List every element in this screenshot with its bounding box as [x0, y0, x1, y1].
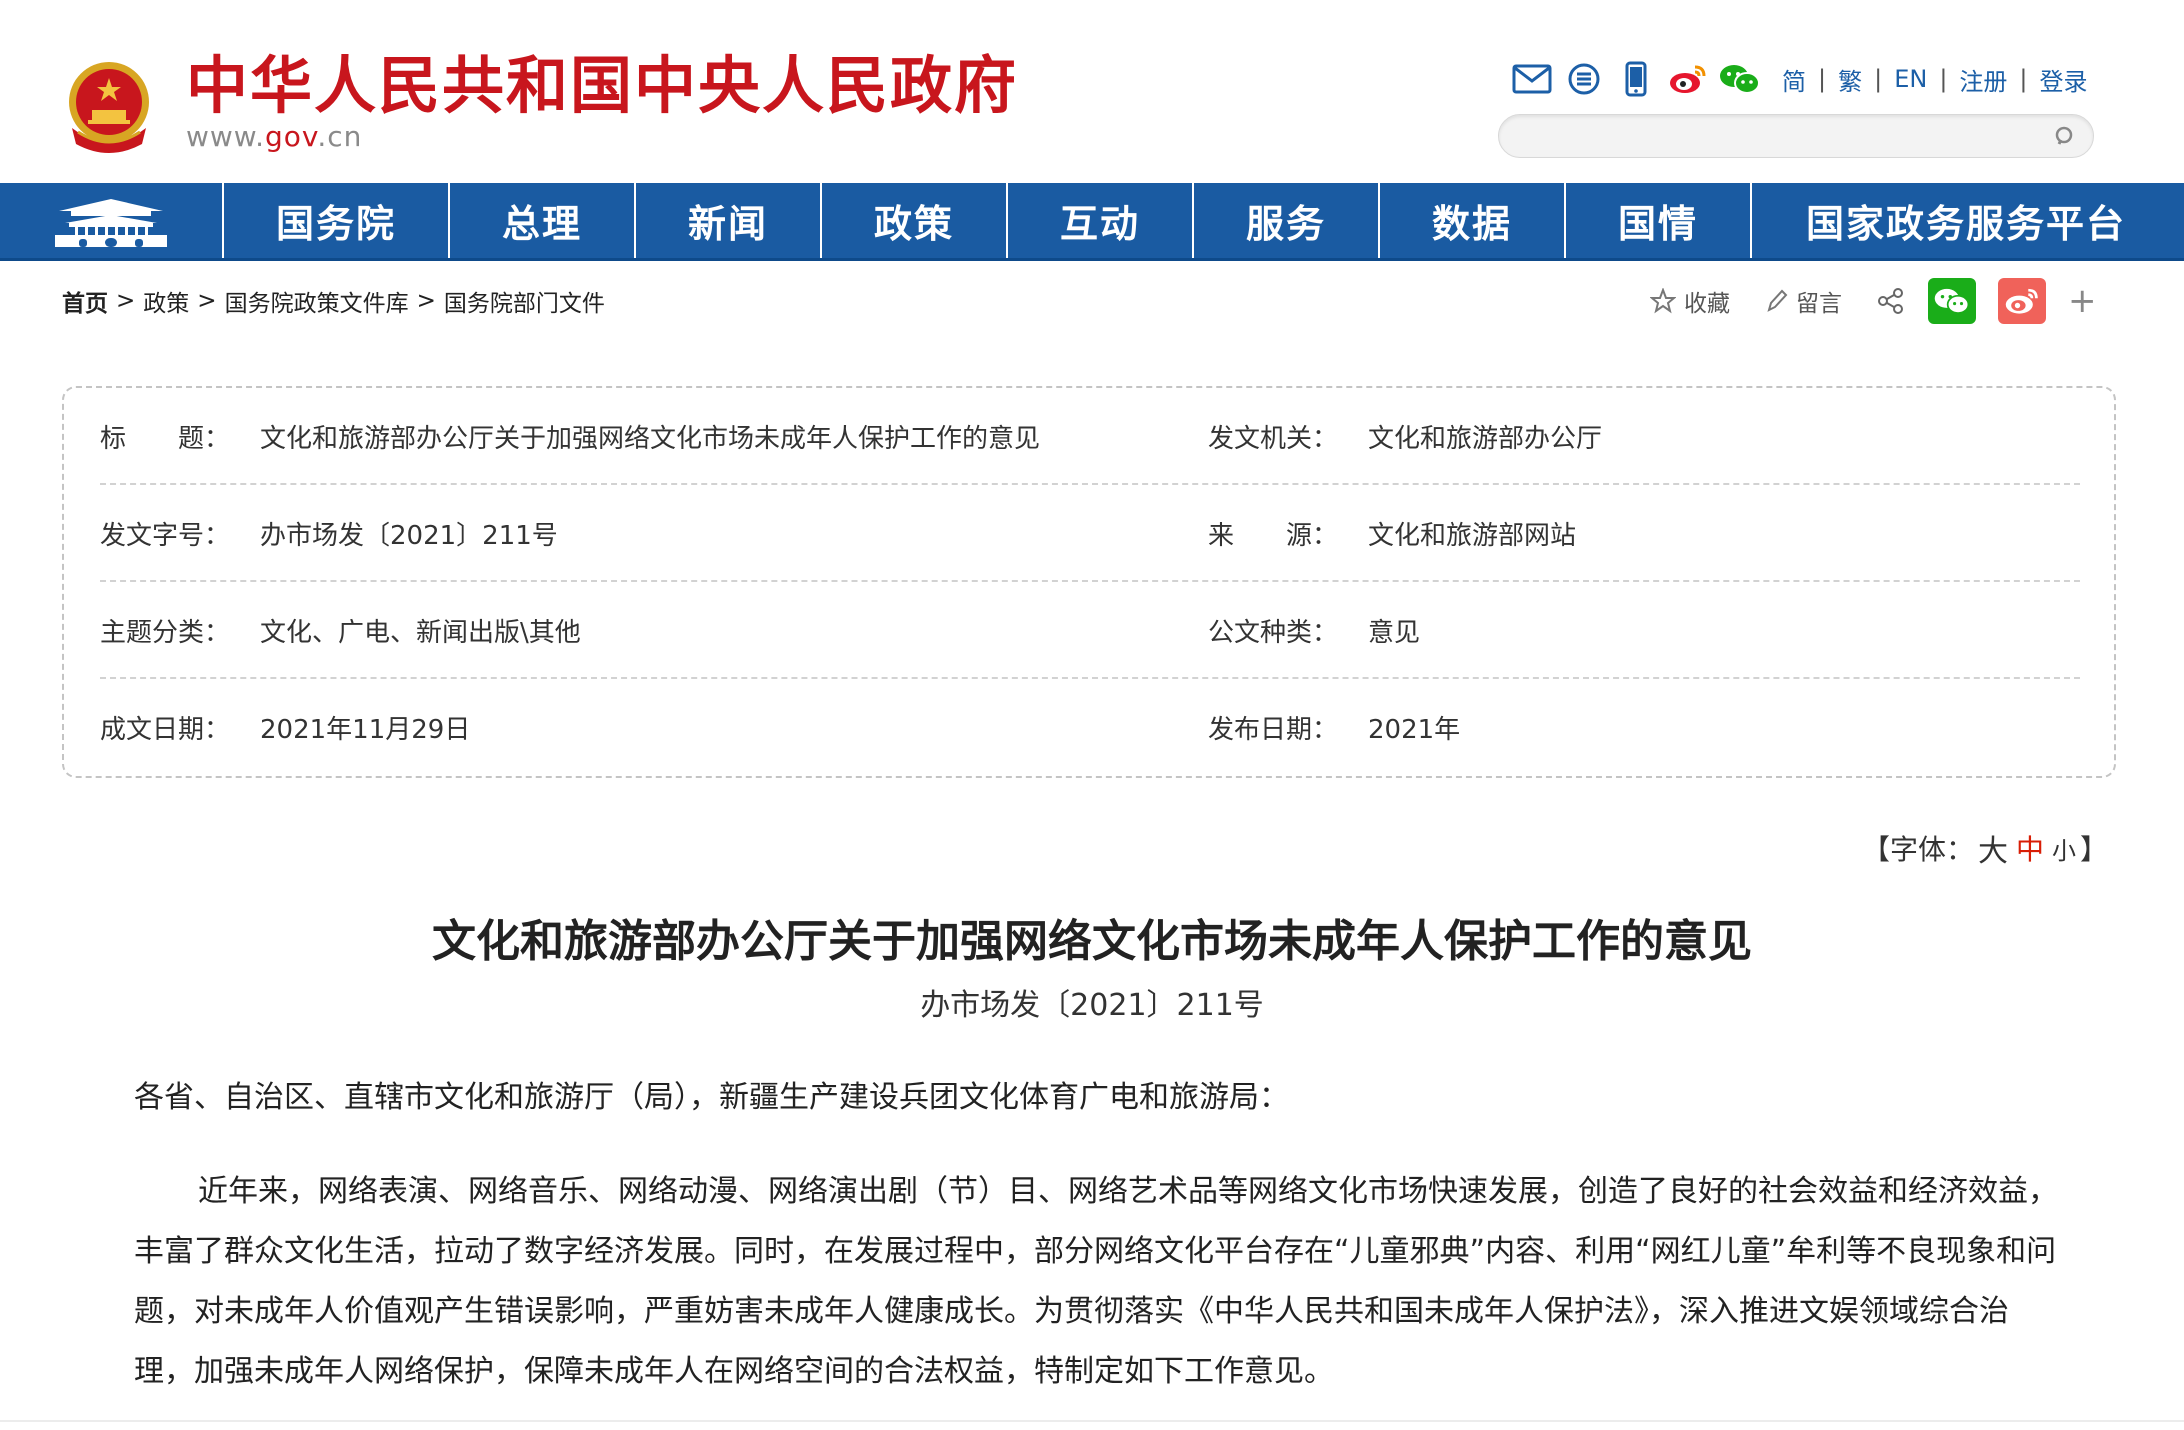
site-url-suffix: .cn [317, 120, 363, 153]
share-bar: 收藏 留言 + [1650, 278, 2097, 324]
info-value-title: 文化和旅游部办公厅关于加强网络文化市场未成年人保护工作的意见 [260, 424, 1041, 454]
breadcrumb-home[interactable]: 首页 [62, 284, 108, 318]
mobile-icon[interactable] [1614, 57, 1658, 101]
breadcrumb-department-docs[interactable]: 国务院部门文件 [444, 284, 605, 318]
nav-item-premier[interactable]: 总理 [448, 183, 634, 258]
national-emblem-icon[interactable] [62, 58, 156, 156]
nav-item-interaction[interactable]: 互动 [1006, 183, 1192, 258]
share-weibo-button[interactable] [1998, 278, 2046, 324]
register-link[interactable]: 注册 [1959, 62, 2007, 97]
font-size-close: 】 [2080, 833, 2109, 866]
comment-button[interactable]: 留言 [1764, 284, 1842, 318]
weibo-icon[interactable] [1666, 57, 1710, 101]
site-header: 中华人民共和国中央人民政府 www.gov.cn 简 | 繁 | EN | 注册… [0, 0, 2184, 183]
lang-english-link[interactable]: EN [1894, 65, 1927, 93]
breadcrumb-policy[interactable]: 政策 [143, 284, 189, 318]
info-value-source: 文化和旅游部网站 [1368, 521, 1577, 551]
share-icon [1878, 288, 1903, 314]
tiananmen-icon [55, 198, 167, 247]
info-row-category: 主题分类： 文化、广电、新闻出版\其他 公文种类： 意见 [100, 582, 2080, 679]
info-value-publish-date: 2021年 [1368, 715, 1461, 745]
main-nav: 国务院 总理 新闻 政策 互动 服务 数据 国情 国家政务服务平台 [0, 183, 2184, 261]
search-input[interactable] [1519, 119, 2023, 153]
info-label-publish-date: 发布日期： [1208, 715, 1339, 745]
font-size-open: 【字体： [1862, 833, 1975, 866]
info-label-doc-number: 发文字号： [100, 521, 231, 551]
rss-icon[interactable] [1562, 57, 1606, 101]
breadcrumb-separator: > [116, 288, 136, 314]
breadcrumb-separator: > [416, 288, 436, 314]
nav-item-news[interactable]: 新闻 [634, 183, 820, 258]
nav-items: 国务院 总理 新闻 政策 互动 服务 数据 国情 国家政务服务平台 [222, 183, 2180, 258]
separator: | [1939, 65, 1948, 93]
separator: | [2019, 65, 2028, 93]
site-url-prefix: www. [186, 120, 266, 153]
share-button[interactable] [1876, 286, 1914, 316]
share-wechat-button[interactable] [1928, 278, 1976, 324]
article-doc-number: 办市场发〔2021〕211号 [920, 988, 1264, 1023]
info-label-category: 主题分类： [100, 618, 231, 648]
breadcrumb-separator: > [197, 288, 217, 314]
font-size-large-option[interactable]: 大 [1978, 826, 2008, 870]
site-url: www.gov.cn [186, 120, 362, 154]
article-title: 文化和旅游部办公厅关于加强网络文化市场未成年人保护工作的意见 [432, 916, 1752, 967]
breadcrumb: 首页 > 政策 > 国务院政策文件库 > 国务院部门文件 [62, 284, 605, 318]
favorite-label: 收藏 [1684, 291, 1730, 317]
font-size-control: 【字体： 大 中 小 】 [1862, 826, 2108, 870]
mail-icon[interactable] [1510, 57, 1554, 101]
breadcrumb-policy-library[interactable]: 国务院政策文件库 [225, 284, 409, 318]
info-value-issuer: 文化和旅游部办公厅 [1368, 424, 1603, 454]
info-label-doc-type: 公文种类： [1208, 618, 1339, 648]
info-label-title: 标 题： [100, 424, 231, 454]
info-value-written-date: 2021年11月29日 [260, 715, 471, 745]
login-link[interactable]: 登录 [2040, 62, 2088, 97]
info-row-title: 标 题： 文化和旅游部办公厅关于加强网络文化市场未成年人保护工作的意见 发文机关… [100, 388, 2080, 485]
more-share-button[interactable]: + [2068, 284, 2097, 318]
separator: | [1818, 65, 1827, 93]
divider [0, 1420, 2184, 1422]
font-size-medium-option[interactable]: 中 [2016, 828, 2044, 868]
info-value-doc-type: 意见 [1368, 618, 1421, 648]
info-label-issuer: 发文机关： [1208, 424, 1339, 454]
site-url-highlight: gov [265, 120, 318, 153]
nav-item-state-council[interactable]: 国务院 [222, 183, 448, 258]
wechat-icon[interactable] [1718, 57, 1762, 101]
favorite-button[interactable]: 收藏 [1650, 284, 1730, 318]
language-links: 简 | 繁 | EN | 注册 | 登录 [1782, 62, 2088, 97]
search-icon[interactable] [2051, 123, 2079, 151]
lang-simplified-link[interactable]: 简 [1782, 62, 1806, 97]
pencil-icon [1767, 289, 1788, 312]
header-tools: 简 | 繁 | EN | 注册 | 登录 [1510, 56, 2088, 102]
nav-item-national-conditions[interactable]: 国情 [1564, 183, 1750, 258]
info-label-written-date: 成文日期： [100, 715, 231, 745]
comment-label: 留言 [1796, 291, 1842, 317]
nav-item-services[interactable]: 服务 [1192, 183, 1378, 258]
article-paragraph: 近年来，网络表演、网络音乐、网络动漫、网络演出剧（节）目、网络艺术品等网络文化市… [134, 1174, 2058, 1389]
site-title[interactable]: 中华人民共和国中央人民政府 [186, 48, 1018, 124]
info-label-source: 来 源： [1208, 521, 1339, 551]
nav-home-gate[interactable] [0, 183, 222, 258]
separator: | [1874, 65, 1883, 93]
star-icon [1650, 288, 1676, 314]
info-row-doc-number: 发文字号： 办市场发〔2021〕211号 来 源： 文化和旅游部网站 [100, 485, 2080, 582]
lang-traditional-link[interactable]: 繁 [1838, 62, 1862, 97]
info-row-dates: 成文日期： 2021年11月29日 发布日期： 2021年 [100, 679, 2080, 776]
nav-item-gov-service-platform[interactable]: 国家政务服务平台 [1750, 183, 2180, 258]
nav-item-data[interactable]: 数据 [1378, 183, 1564, 258]
info-value-doc-number: 办市场发〔2021〕211号 [260, 521, 558, 551]
article-salutation: 各省、自治区、直辖市文化和旅游厅（局），新疆生产建设兵团文化体育广电和旅游局： [134, 1080, 1289, 1115]
search-box [1498, 114, 2094, 158]
wechat-icon [1934, 288, 1970, 314]
document-info-box: 标 题： 文化和旅游部办公厅关于加强网络文化市场未成年人保护工作的意见 发文机关… [62, 386, 2116, 778]
weibo-icon [2005, 288, 2038, 314]
font-size-small-option[interactable]: 小 [2052, 831, 2076, 866]
nav-item-policy[interactable]: 政策 [820, 183, 1006, 258]
info-value-category: 文化、广电、新闻出版\其他 [260, 618, 581, 648]
